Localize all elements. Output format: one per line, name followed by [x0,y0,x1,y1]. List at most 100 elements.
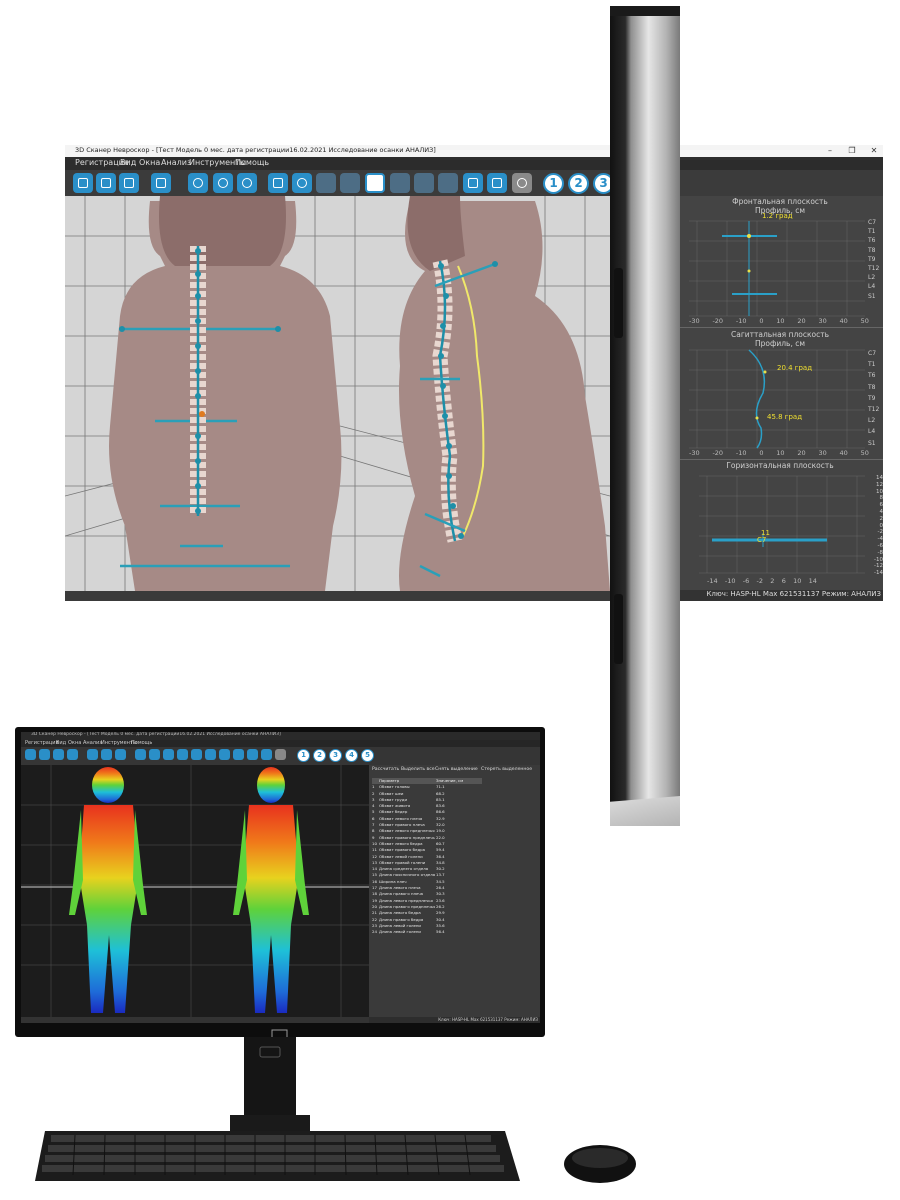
parameter-name: Обхват бедер [379,809,408,815]
menu-windows[interactable]: Окна [68,740,81,746]
maximize-button[interactable]: ❐ [845,146,859,156]
parameter-name: Обхват левого плеча [379,815,423,821]
parameter-name: Длина левой голени [379,922,421,928]
view-1-button[interactable]: 1 [543,173,564,194]
line-icon[interactable] [438,173,458,193]
grid-icon[interactable] [268,173,288,193]
frontal-x-ticks: -30 -20 -10 0 10 20 30 40 50 [689,317,869,325]
save-icon[interactable] [119,173,139,193]
row-number: 7 [372,822,375,828]
menu-windows[interactable]: Окна [139,158,160,167]
camera-icon[interactable] [512,173,532,193]
parameter-value: 86.6 [436,809,445,815]
panel-divider [677,327,883,328]
open-icon[interactable] [39,749,50,760]
panel-divider [677,459,883,460]
settings-icon[interactable] [188,173,208,193]
line-icon[interactable] [233,749,244,760]
crop-icon[interactable] [463,173,483,193]
horizontal-y-ticks: 14 12 10 8 6 4 2 0 -2 -4 -6 -8 -10 -12 -14 [874,475,883,577]
parameter-value: 32.9 [436,815,445,821]
axis-icon[interactable] [316,173,336,193]
sagittal-subtitle: Профиль, см [754,339,806,348]
new-icon[interactable] [25,749,36,760]
axis-icon[interactable] [163,749,174,760]
layout-icon[interactable] [261,749,272,760]
spine-icon[interactable] [365,173,385,193]
close-button[interactable]: ✕ [867,146,881,156]
calculate-button[interactable]: Рассчитать [372,767,399,772]
ellipse-icon[interactable] [414,173,434,193]
layout-icon[interactable] [487,173,507,193]
menu-analysis[interactable]: Анализ [83,740,102,746]
zoom-icon[interactable] [213,173,233,193]
figure-icon[interactable] [149,749,160,760]
mouse [560,1140,640,1185]
parameter-value: 83.6 [436,803,445,809]
parameter-value: 34.8 [436,859,445,865]
row-number: 11 [372,847,377,853]
menu-bar: Регистрация Вид Окна Анализ Инструменты … [65,157,883,170]
minimize-button[interactable]: – [823,146,837,156]
parameter-value: 30.2 [436,866,445,872]
parameter-name: Длина правого бедра [379,916,424,922]
row-number: 22 [372,916,377,922]
table-icon[interactable] [340,173,360,193]
menu-help[interactable]: Помощь [131,740,152,746]
crop-icon[interactable] [247,749,258,760]
view-2-button[interactable]: 2 [568,173,589,194]
sagittal-angle-2: 45.8 град [767,413,803,421]
monitor-window-title: 3D Сканер Невроскор - [Тест Модель 0 мес… [31,732,281,737]
menu-view[interactable]: Вид [120,158,136,167]
view-1-button[interactable]: 1 [297,749,310,762]
table-icon[interactable] [177,749,188,760]
spine-icon[interactable] [191,749,202,760]
select-all-button[interactable]: Выделить все [401,767,435,772]
copy-icon[interactable] [67,749,78,760]
view-5-button[interactable]: 5 [361,749,374,762]
status-text: Ключ: HASP-HL Max 621531137 Режим: АНАЛИ… [706,590,881,598]
menu-view[interactable]: Вид [56,740,66,746]
menu-registration[interactable]: Регистрация [25,740,59,746]
body-scan-view[interactable] [21,765,369,1017]
camera-icon[interactable] [275,749,286,760]
workstation-monitor: 3D Сканер Невроскор - [Тест Модель 0 мес… [15,727,545,1039]
delete-selected-button[interactable]: Стереть выделенное [481,767,532,772]
hat-icon[interactable] [205,749,216,760]
spine-3d-render [65,196,610,591]
copy-icon[interactable] [151,173,171,193]
table-row[interactable]: 24 Длина левой голени 56.4 [372,929,482,935]
horizontal-chart [699,475,865,574]
view-3-button[interactable]: 3 [329,749,342,762]
monitor-logo [271,1024,288,1039]
monitor-title-bar: 3D Сканер Невроскор - [Тест Модель 0 мес… [21,732,540,740]
spine-3d-view[interactable] [65,196,610,591]
parameter-name: Обхват левого бедра [379,840,423,846]
sagittal-x-ticks: -30 -20 -10 0 10 20 30 40 50 [689,449,869,457]
parameter-value: 60.7 [436,840,445,846]
zoom-icon[interactable] [101,749,112,760]
hat-icon[interactable] [390,173,410,193]
deselect-button[interactable]: Снять выделение [435,767,478,772]
monitor-stand [230,1037,310,1132]
compare-icon[interactable] [237,173,257,193]
grid-icon[interactable] [135,749,146,760]
scanner-pillar [558,6,740,841]
compare-icon[interactable] [115,749,126,760]
parameter-value: 71.1 [436,784,445,790]
save-icon[interactable] [53,749,64,760]
view-2-button[interactable]: 2 [313,749,326,762]
settings-icon[interactable] [87,749,98,760]
new-icon[interactable] [73,173,93,193]
open-icon[interactable] [96,173,116,193]
frontal-title: Фронтальная плоскость [732,197,828,206]
row-number: 14 [372,866,377,872]
parameter-value: 30.3 [436,891,445,897]
sagittal-angle-1: 20.4 град [777,364,813,372]
parameter-name: Обхват головы [379,784,410,790]
figure-icon[interactable] [292,173,312,193]
ellipse-icon[interactable] [219,749,230,760]
menu-analysis[interactable]: Анализ [161,158,191,167]
menu-help[interactable]: Помощь [235,158,269,167]
view-4-button[interactable]: 4 [345,749,358,762]
